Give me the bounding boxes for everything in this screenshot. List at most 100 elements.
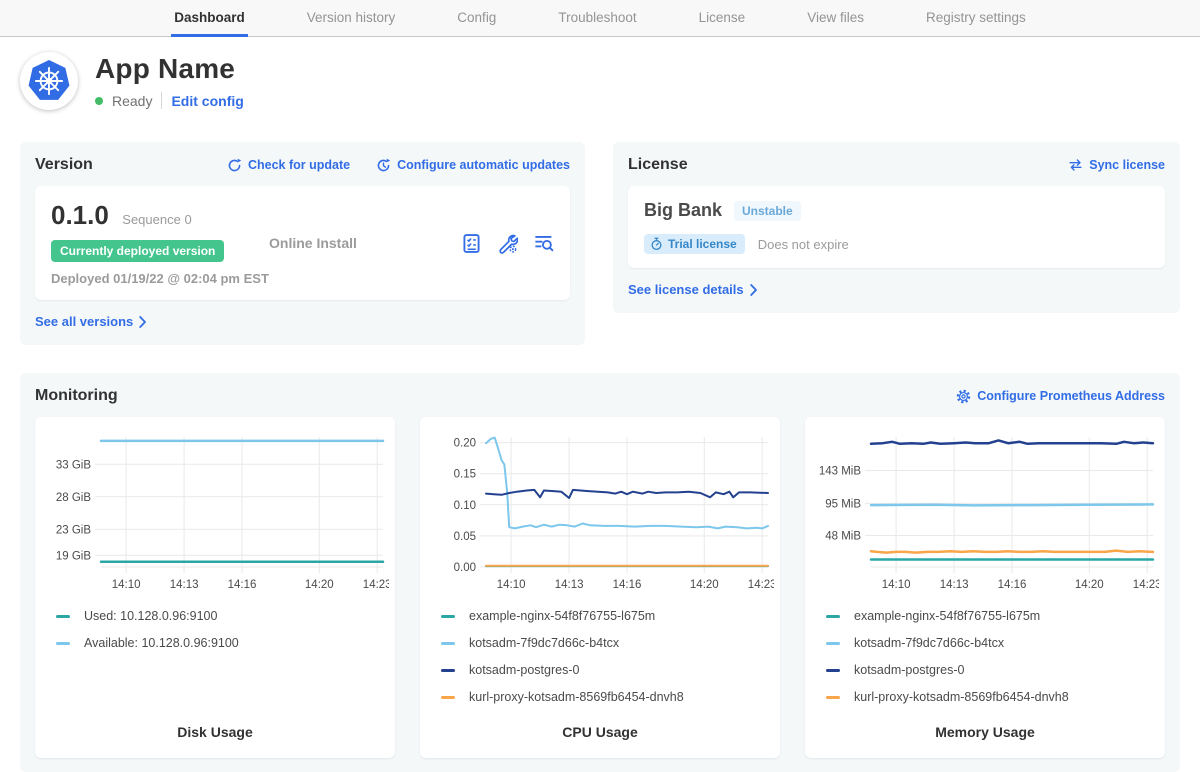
edit-config-link[interactable]: Edit config	[171, 93, 243, 109]
check-for-update-link[interactable]: Check for update	[227, 158, 350, 173]
channel-badge: Unstable	[734, 201, 801, 221]
svg-text:14:16: 14:16	[613, 579, 642, 591]
legend-color-dash	[826, 615, 840, 618]
svg-text:14:16: 14:16	[998, 579, 1027, 591]
current-version-card: 0.1.0 Sequence 0 Currently deployed vers…	[35, 186, 570, 300]
divider	[161, 92, 162, 109]
license-card: License Sync license Big Bank Unstable	[613, 142, 1180, 313]
svg-text:14:23: 14:23	[363, 579, 389, 591]
svg-text:14:23: 14:23	[748, 579, 774, 591]
svg-text:14:16: 14:16	[228, 579, 257, 591]
preflight-checks-icon[interactable]	[461, 233, 482, 254]
version-card-title: Version	[35, 156, 93, 174]
svg-text:14:20: 14:20	[690, 579, 719, 591]
legend-color-dash	[441, 696, 455, 699]
status-text: Ready	[112, 93, 152, 109]
svg-text:28 GiB: 28 GiB	[56, 492, 91, 504]
svg-text:0.15: 0.15	[454, 469, 476, 481]
legend-item: kotsadm-7f9dc7d66c-b4tcx	[826, 636, 1155, 650]
customer-name: Big Bank	[644, 200, 722, 221]
legend-label: kurl-proxy-kotsadm-8569fb6454-dnvh8	[469, 690, 684, 704]
legend-color-dash	[441, 642, 455, 645]
memory-usage-legend: example-nginx-54f8f76755-l675m kotsadm-7f…	[805, 609, 1165, 717]
app-logo	[20, 52, 78, 110]
tab-config[interactable]: Config	[454, 0, 499, 37]
legend-color-dash	[56, 642, 70, 645]
legend-item: kotsadm-postgres-0	[826, 663, 1155, 677]
top-nav: Dashboard Version history Config Trouble…	[0, 0, 1200, 37]
tab-dashboard[interactable]: Dashboard	[171, 0, 248, 37]
tab-registry-settings[interactable]: Registry settings	[923, 0, 1029, 37]
config-wrench-icon[interactable]	[497, 233, 518, 254]
legend-color-dash	[56, 615, 70, 618]
install-type-label: Online Install	[269, 235, 357, 251]
chevron-right-icon	[750, 284, 758, 296]
see-license-details-link[interactable]: See license details	[628, 282, 758, 297]
svg-text:14:13: 14:13	[555, 579, 584, 591]
legend-item: kotsadm-7f9dc7d66c-b4tcx	[441, 636, 770, 650]
dashboard-page: App Name Ready Edit config Version	[0, 52, 1200, 772]
svg-text:0.00: 0.00	[454, 562, 476, 574]
disk-usage-chart-card: 19 GiB23 GiB28 GiB33 GiB14:1014:1314:161…	[35, 417, 395, 758]
legend-color-dash	[826, 696, 840, 699]
version-number: 0.1.0	[51, 200, 109, 231]
app-header: App Name Ready Edit config	[20, 52, 1180, 110]
tab-troubleshoot[interactable]: Troubleshoot	[555, 0, 639, 37]
legend-color-dash	[441, 615, 455, 618]
monitoring-title: Monitoring	[35, 387, 118, 405]
cpu-usage-chart-card: 0.000.050.100.150.2014:1014:1314:1614:20…	[420, 417, 780, 758]
sync-license-link[interactable]: Sync license	[1068, 158, 1165, 172]
legend-label: Used: 10.128.0.96:9100	[84, 609, 217, 623]
chart-title: CPU Usage	[420, 724, 780, 758]
svg-text:0.05: 0.05	[454, 531, 476, 543]
svg-text:14:10: 14:10	[112, 579, 141, 591]
monitoring-section: Monitoring Configure Prometheus Address …	[20, 373, 1180, 772]
legend-item: kurl-proxy-kotsadm-8569fb6454-dnvh8	[441, 690, 770, 704]
svg-text:143 MiB: 143 MiB	[819, 466, 862, 478]
legend-item: Available: 10.128.0.96:9100	[56, 636, 385, 650]
svg-text:14:20: 14:20	[1075, 579, 1104, 591]
refresh-icon	[227, 158, 242, 173]
disk-usage-chart: 19 GiB23 GiB28 GiB33 GiB14:1014:1314:161…	[35, 427, 389, 595]
legend-label: kotsadm-7f9dc7d66c-b4tcx	[854, 636, 1004, 650]
legend-label: example-nginx-54f8f76755-l675m	[854, 609, 1040, 623]
chart-title: Disk Usage	[35, 724, 395, 758]
configure-automatic-updates-link[interactable]: Configure automatic updates	[376, 158, 570, 173]
legend-label: example-nginx-54f8f76755-l675m	[469, 609, 655, 623]
tab-version-history[interactable]: Version history	[304, 0, 399, 37]
cpu-usage-legend: example-nginx-54f8f76755-l675m kotsadm-7f…	[420, 609, 780, 717]
legend-label: Available: 10.128.0.96:9100	[84, 636, 239, 650]
cpu-usage-chart: 0.000.050.100.150.2014:1014:1314:1614:20…	[420, 427, 774, 595]
tab-view-files[interactable]: View files	[804, 0, 867, 37]
memory-usage-chart-card: 48 MiB95 MiB143 MiB14:1014:1314:1614:201…	[805, 417, 1165, 758]
svg-text:14:23: 14:23	[1133, 579, 1159, 591]
status-dot	[95, 97, 103, 105]
memory-usage-chart: 48 MiB95 MiB143 MiB14:1014:1314:1614:201…	[805, 427, 1159, 595]
svg-text:19 GiB: 19 GiB	[56, 550, 91, 562]
deployed-timestamp: Deployed 01/19/22 @ 02:04 pm EST	[51, 271, 269, 286]
legend-item: Used: 10.128.0.96:9100	[56, 609, 385, 623]
svg-text:14:13: 14:13	[170, 579, 199, 591]
tab-license[interactable]: License	[696, 0, 749, 37]
legend-label: kotsadm-postgres-0	[854, 663, 964, 677]
sync-icon	[1068, 158, 1083, 172]
license-detail-card: Big Bank Unstable Trial license Does not…	[628, 186, 1165, 268]
legend-label: kotsadm-postgres-0	[469, 663, 579, 677]
license-card-title: License	[628, 156, 688, 174]
legend-item: kotsadm-postgres-0	[441, 663, 770, 677]
stopwatch-icon	[650, 237, 663, 251]
legend-color-dash	[826, 669, 840, 672]
chart-title: Memory Usage	[805, 724, 1165, 758]
clock-refresh-icon	[376, 158, 391, 173]
legend-label: kotsadm-7f9dc7d66c-b4tcx	[469, 636, 619, 650]
svg-text:14:13: 14:13	[940, 579, 969, 591]
view-logs-icon[interactable]	[533, 233, 554, 254]
sequence-label: Sequence 0	[122, 212, 191, 227]
expiry-text: Does not expire	[758, 237, 849, 252]
disk-usage-legend: Used: 10.128.0.96:9100 Available: 10.128.…	[35, 609, 395, 663]
legend-item: kurl-proxy-kotsadm-8569fb6454-dnvh8	[826, 690, 1155, 704]
see-all-versions-link[interactable]: See all versions	[35, 314, 147, 329]
configure-prometheus-link[interactable]: Configure Prometheus Address	[956, 389, 1165, 404]
gear-icon	[956, 389, 971, 404]
svg-text:14:10: 14:10	[497, 579, 526, 591]
